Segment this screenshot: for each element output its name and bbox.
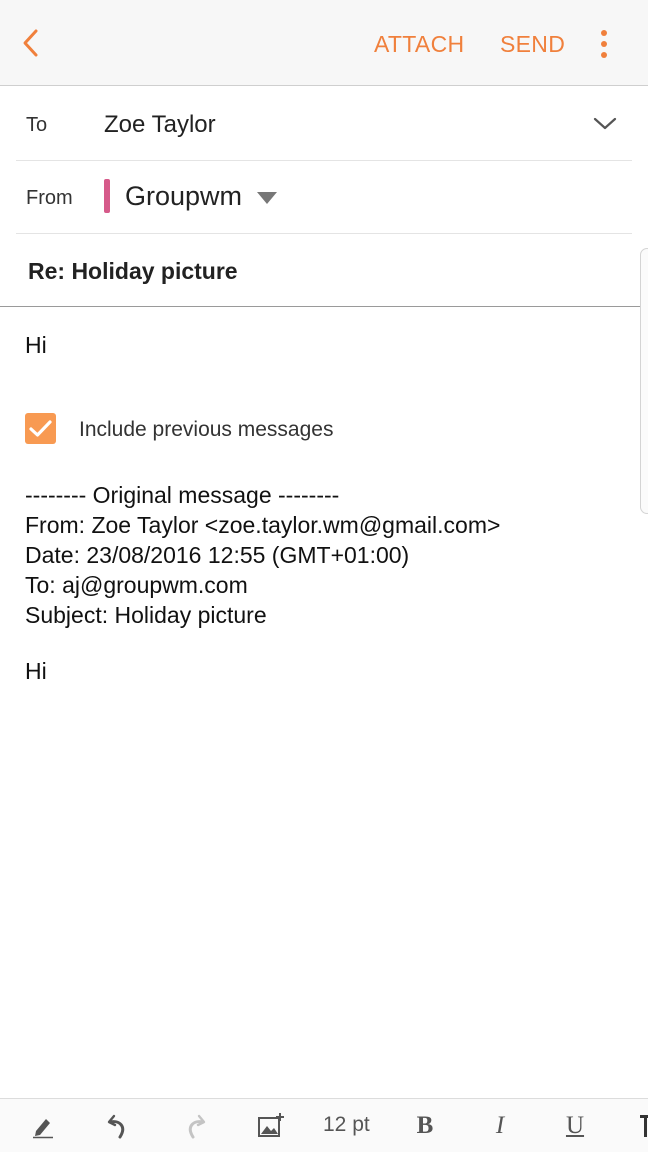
to-label: To — [26, 114, 48, 136]
quoted-message[interactable]: -------- Original message -------- From:… — [25, 480, 500, 630]
quote-separator: -------- Original message -------- — [25, 482, 340, 508]
edge-panel-handle[interactable] — [640, 248, 648, 514]
back-arrow-icon[interactable] — [16, 27, 48, 59]
from-label: From — [26, 187, 73, 209]
subject-row[interactable]: Re: Holiday picture — [0, 234, 648, 307]
subject-field[interactable]: Re: Holiday picture — [28, 258, 238, 285]
attach-button[interactable]: ATTACH — [374, 31, 464, 58]
quote-greeting: Hi — [25, 658, 47, 684]
formatting-toolbar: 12 pt B I U — [0, 1098, 648, 1152]
undo-icon[interactable] — [105, 1111, 131, 1141]
include-previous-checkbox[interactable] — [25, 413, 56, 444]
check-icon — [29, 420, 52, 437]
italic-button[interactable]: I — [489, 1111, 511, 1141]
dropdown-triangle-icon[interactable] — [256, 191, 278, 205]
from-row[interactable]: From Groupwm — [16, 161, 632, 234]
app-bar: ATTACH SEND — [0, 0, 648, 86]
quote-subject: Subject: Holiday picture — [25, 602, 267, 628]
more-options-icon[interactable] — [590, 28, 618, 60]
to-recipient[interactable]: Zoe Taylor — [104, 111, 216, 139]
include-previous-label: Include previous messages — [79, 418, 334, 441]
quote-from: From: Zoe Taylor <zoe.taylor.wm@gmail.co… — [25, 512, 501, 538]
more-format-icon[interactable] — [640, 1113, 648, 1141]
quote-to: To: aj@groupwm.com — [25, 572, 248, 598]
font-size-selector[interactable]: 12 pt — [323, 1113, 370, 1137]
redo-icon[interactable] — [182, 1111, 208, 1141]
chevron-down-icon[interactable] — [592, 114, 618, 134]
pen-icon[interactable] — [30, 1111, 56, 1141]
bold-button[interactable]: B — [412, 1111, 438, 1141]
account-color-bar — [104, 179, 110, 213]
body-greeting[interactable]: Hi — [25, 332, 47, 359]
insert-image-icon[interactable] — [257, 1111, 285, 1141]
from-account[interactable]: Groupwm — [125, 181, 242, 212]
send-button[interactable]: SEND — [500, 31, 565, 58]
quote-date: Date: 23/08/2016 12:55 (GMT+01:00) — [25, 542, 410, 568]
underline-button[interactable]: U — [562, 1111, 588, 1141]
to-row[interactable]: To Zoe Taylor — [16, 88, 632, 161]
